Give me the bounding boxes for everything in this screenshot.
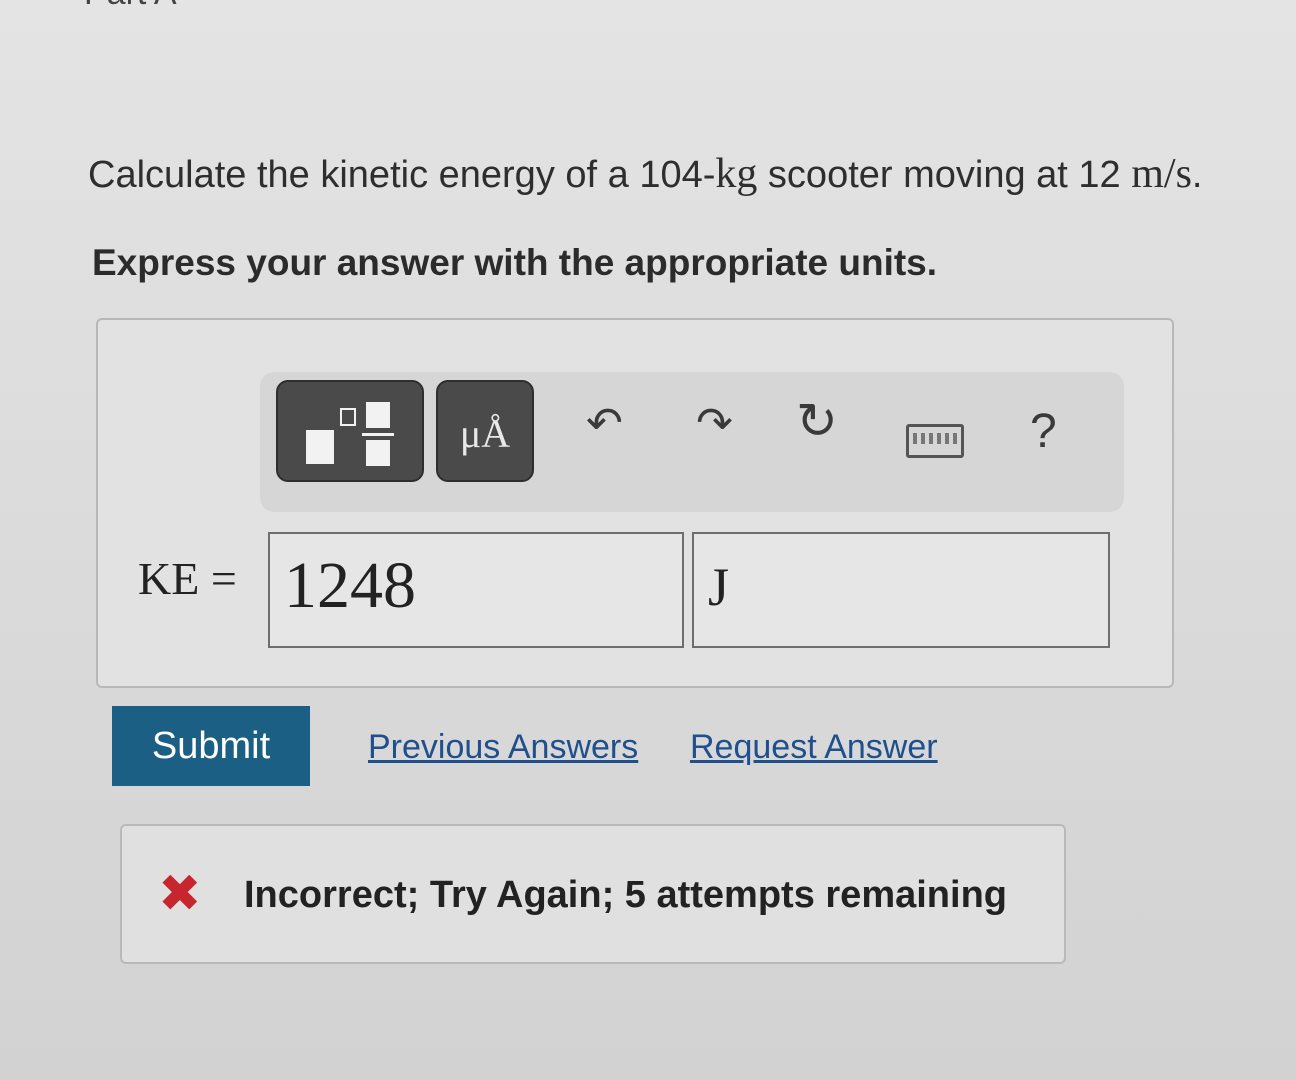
- speed-unit: m/s: [1131, 151, 1192, 197]
- value-input[interactable]: 1248: [268, 532, 684, 648]
- previous-answers-link[interactable]: Previous Answers: [368, 728, 638, 767]
- templates-icon: [300, 402, 400, 466]
- keyboard-icon[interactable]: [906, 424, 964, 458]
- submit-button[interactable]: Submit: [112, 706, 310, 786]
- units-button[interactable]: μÅ: [436, 380, 534, 482]
- units-icon: μÅ: [459, 411, 511, 456]
- unit-input[interactable]: J: [692, 532, 1110, 648]
- request-answer-link[interactable]: Request Answer: [690, 728, 938, 767]
- instruction-text: Express your answer with the appropriate…: [92, 242, 938, 283]
- math-toolbar: μÅ ↶ ↷ ↻ ?: [260, 372, 1124, 512]
- feedback-message: Incorrect; Try Again; 5 attempts remaini…: [244, 874, 1007, 916]
- help-icon[interactable]: ?: [1030, 408, 1057, 456]
- undo-icon[interactable]: ↶: [586, 402, 623, 446]
- question-text-after: .: [1191, 154, 1203, 196]
- variable-label: KE =: [138, 553, 237, 604]
- reset-icon[interactable]: ↻: [796, 396, 838, 446]
- templates-button[interactable]: [276, 380, 424, 482]
- question-text: Calculate the kinetic energy of a 104-kg…: [88, 150, 1202, 198]
- answer-box: μÅ ↶ ↷ ↻ ? KE = 1248 J: [96, 318, 1174, 688]
- feedback-box: ✖ Incorrect; Try Again; 5 attempts remai…: [120, 824, 1066, 964]
- incorrect-icon: ✖: [158, 864, 202, 924]
- redo-icon[interactable]: ↷: [696, 402, 733, 446]
- question-text-middle: scooter moving at 12: [757, 154, 1132, 196]
- mass-unit: kg: [715, 151, 758, 197]
- question-text-before: Calculate the kinetic energy of a 104-: [88, 154, 716, 196]
- part-title: Part A: [84, 0, 177, 13]
